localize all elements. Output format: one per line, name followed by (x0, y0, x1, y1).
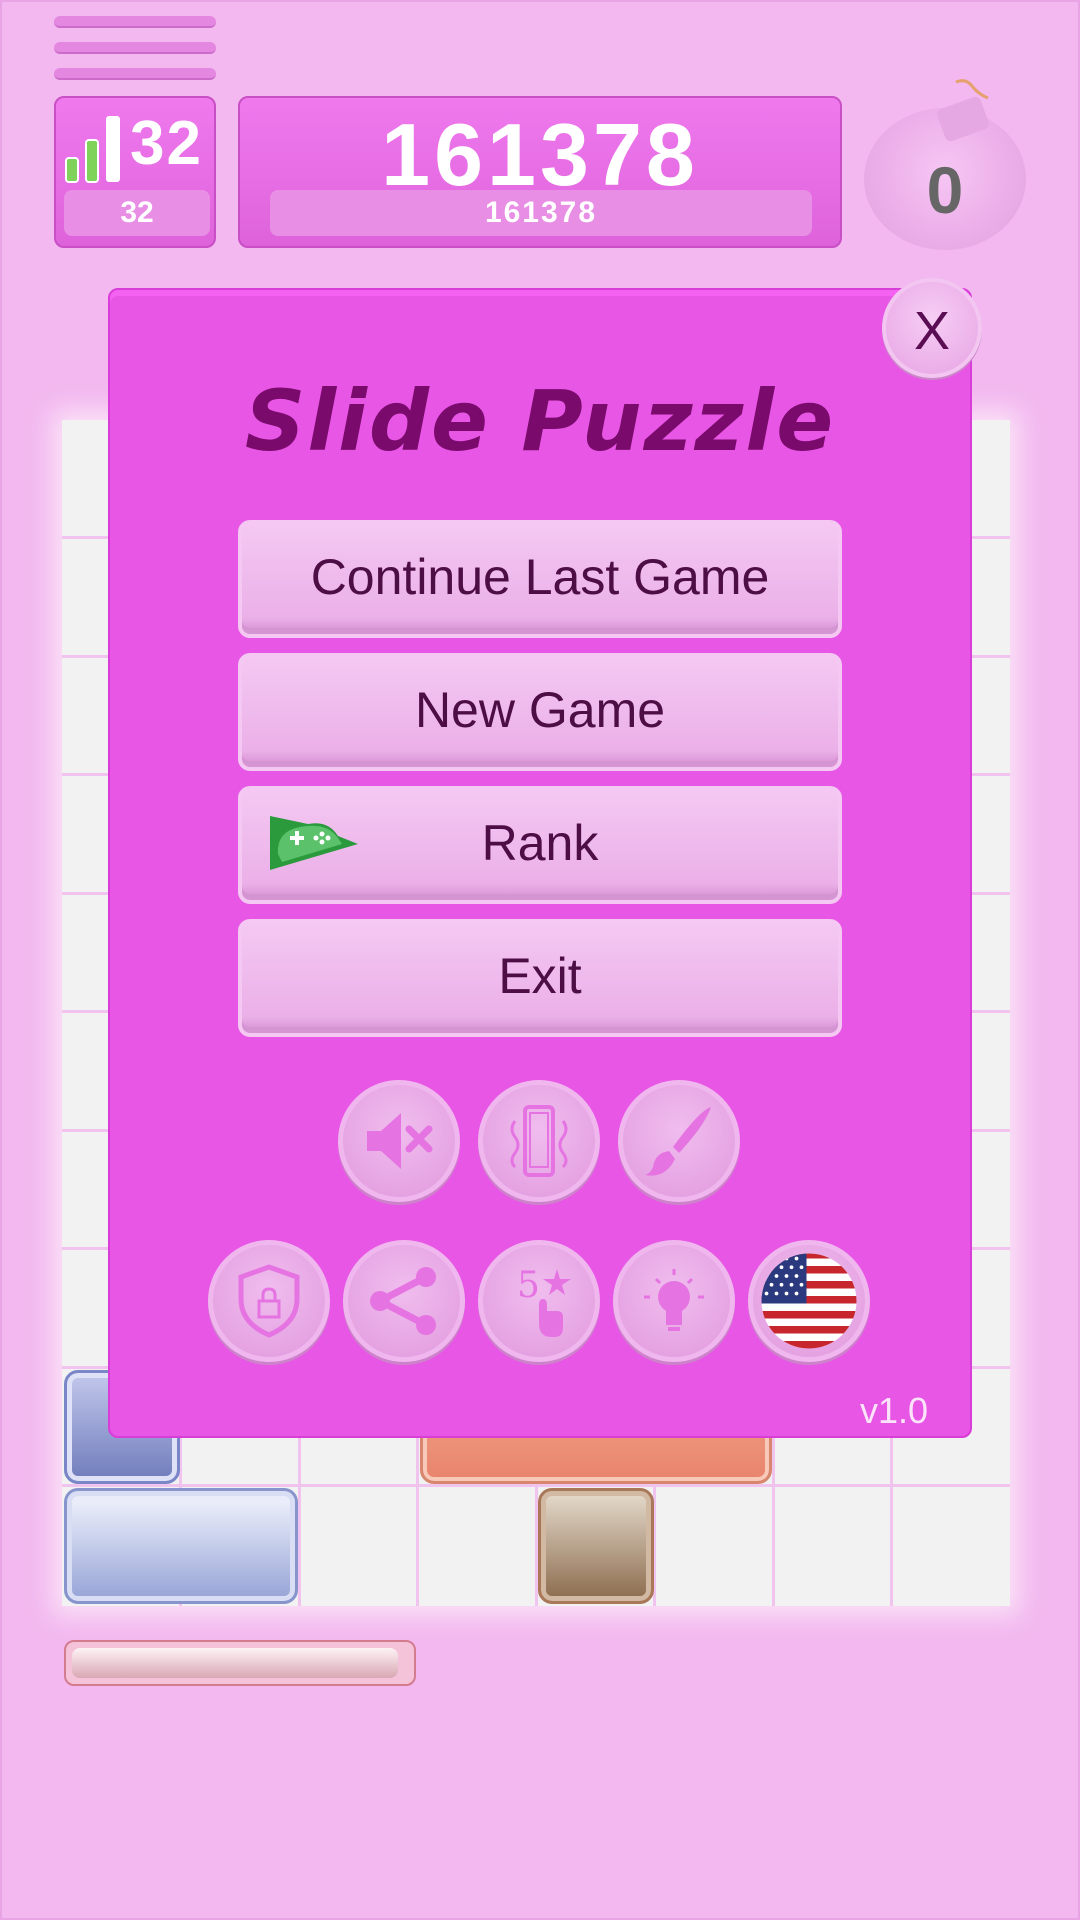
theme-button[interactable] (618, 1080, 740, 1202)
bomb-counter[interactable]: 0 (864, 76, 1026, 252)
sound-muted-icon (367, 1113, 433, 1169)
progress-fill (72, 1648, 398, 1678)
bomb-count: 0 (926, 153, 964, 227)
hint-button[interactable] (613, 1240, 735, 1362)
version-label: v1.0 (859, 1390, 928, 1431)
hamburger-menu-icon[interactable] (54, 16, 216, 82)
score-panel: 161378 161378 (238, 96, 842, 248)
new-game-label: New Game (414, 682, 666, 738)
game-title: Slide Puzzle (244, 372, 836, 470)
privacy-shield-icon (238, 1264, 300, 1338)
puzzle-tile[interactable] (538, 1488, 654, 1604)
rank-label: Rank (481, 815, 599, 871)
language-button[interactable] (748, 1240, 870, 1362)
sound-toggle-button[interactable] (338, 1080, 460, 1202)
rate-five-stars-icon: 5 (517, 1265, 571, 1337)
privacy-button[interactable] (208, 1240, 330, 1362)
share-button[interactable] (343, 1240, 465, 1362)
progress-bar (64, 1640, 416, 1686)
main-menu-dialog: Slide Puzzle Continue Last Game New Game… (108, 288, 972, 1438)
new-game-button[interactable]: New Game (238, 653, 842, 771)
level-panel: 32 32 (54, 96, 216, 248)
language-flag-us-icon (761, 1253, 857, 1349)
best-score-value: 161378 (270, 190, 812, 236)
rate-button[interactable]: 5 (478, 1240, 600, 1362)
share-icon (370, 1267, 436, 1335)
vibration-toggle-button[interactable] (478, 1080, 600, 1202)
hint-lightbulb-icon (644, 1269, 704, 1331)
theme-brush-icon (645, 1107, 711, 1176)
puzzle-tile[interactable] (64, 1488, 298, 1604)
close-icon: X (913, 301, 951, 361)
exit-label: Exit (498, 948, 582, 1004)
exit-button[interactable]: Exit (238, 919, 842, 1037)
signal-bars-icon (65, 116, 120, 183)
rank-button[interactable]: Rank (238, 786, 842, 904)
level-value: 32 (130, 109, 203, 178)
vibration-icon (510, 1105, 568, 1177)
continue-label: Continue Last Game (310, 549, 770, 605)
close-button[interactable]: X (882, 278, 982, 378)
continue-last-game-button[interactable]: Continue Last Game (238, 520, 842, 638)
svg-text:5: 5 (517, 1265, 540, 1306)
level-subvalue: 32 (64, 190, 210, 236)
